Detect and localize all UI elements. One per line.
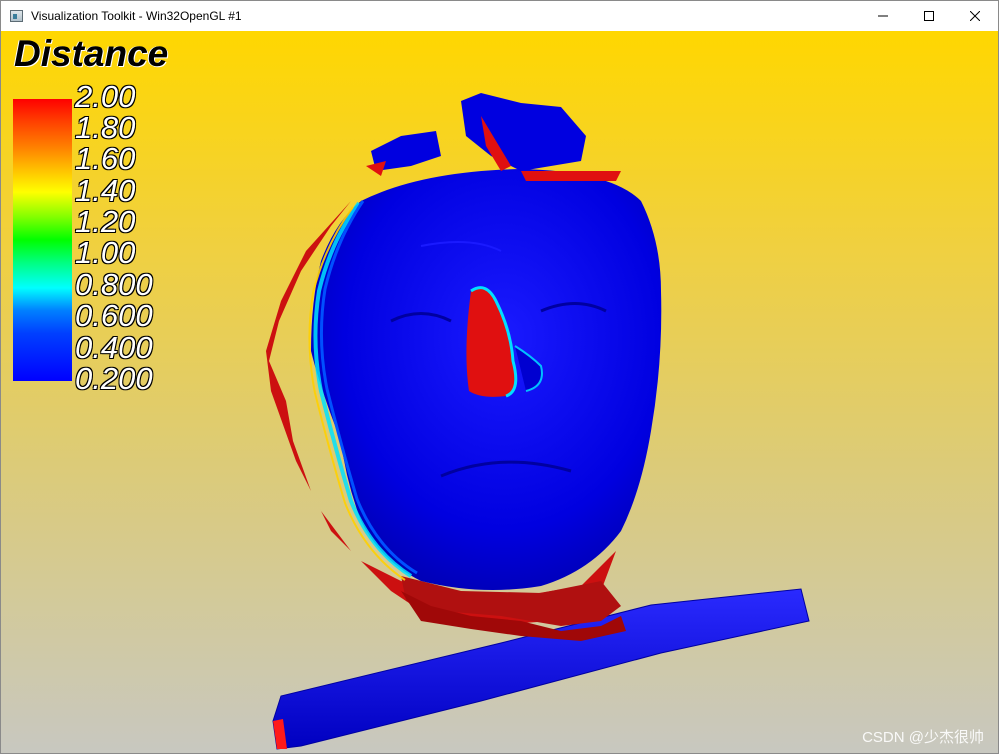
watermark: CSDN @少杰很帅: [862, 729, 984, 746]
vtk-window: Visualization Toolkit - Win32OpenGL #1 D…: [0, 0, 999, 754]
face-scan-mesh[interactable]: [266, 93, 662, 641]
legend-label: 0.600: [75, 298, 153, 333]
minimize-button[interactable]: [860, 1, 906, 31]
maximize-button[interactable]: [906, 1, 952, 31]
window-controls: [860, 1, 998, 31]
minimize-icon: [878, 15, 888, 17]
render-viewport[interactable]: Distance 2.00 1.80 1.60 1.40 1.20 1.00 0…: [1, 31, 998, 753]
window-title: Visualization Toolkit - Win32OpenGL #1: [31, 9, 242, 23]
vtk-app-icon[interactable]: [10, 10, 23, 22]
legend-label: 1.80: [75, 110, 136, 145]
legend-label: 0.200: [75, 361, 153, 396]
close-icon: [970, 11, 980, 21]
legend-label: 1.20: [75, 204, 136, 239]
legend-title: Distance: [14, 33, 169, 74]
legend-label: 0.400: [75, 330, 153, 365]
legend-label: 0.800: [75, 267, 153, 302]
maximize-icon: [924, 11, 934, 21]
close-button[interactable]: [952, 1, 998, 31]
legend-label: 1.00: [75, 235, 136, 270]
scalar-colorbar: [13, 99, 72, 381]
legend-label: 1.60: [75, 141, 136, 176]
legend-label: 1.40: [75, 173, 136, 208]
title-bar[interactable]: Visualization Toolkit - Win32OpenGL #1: [1, 1, 998, 31]
legend-label: 2.00: [75, 79, 136, 114]
